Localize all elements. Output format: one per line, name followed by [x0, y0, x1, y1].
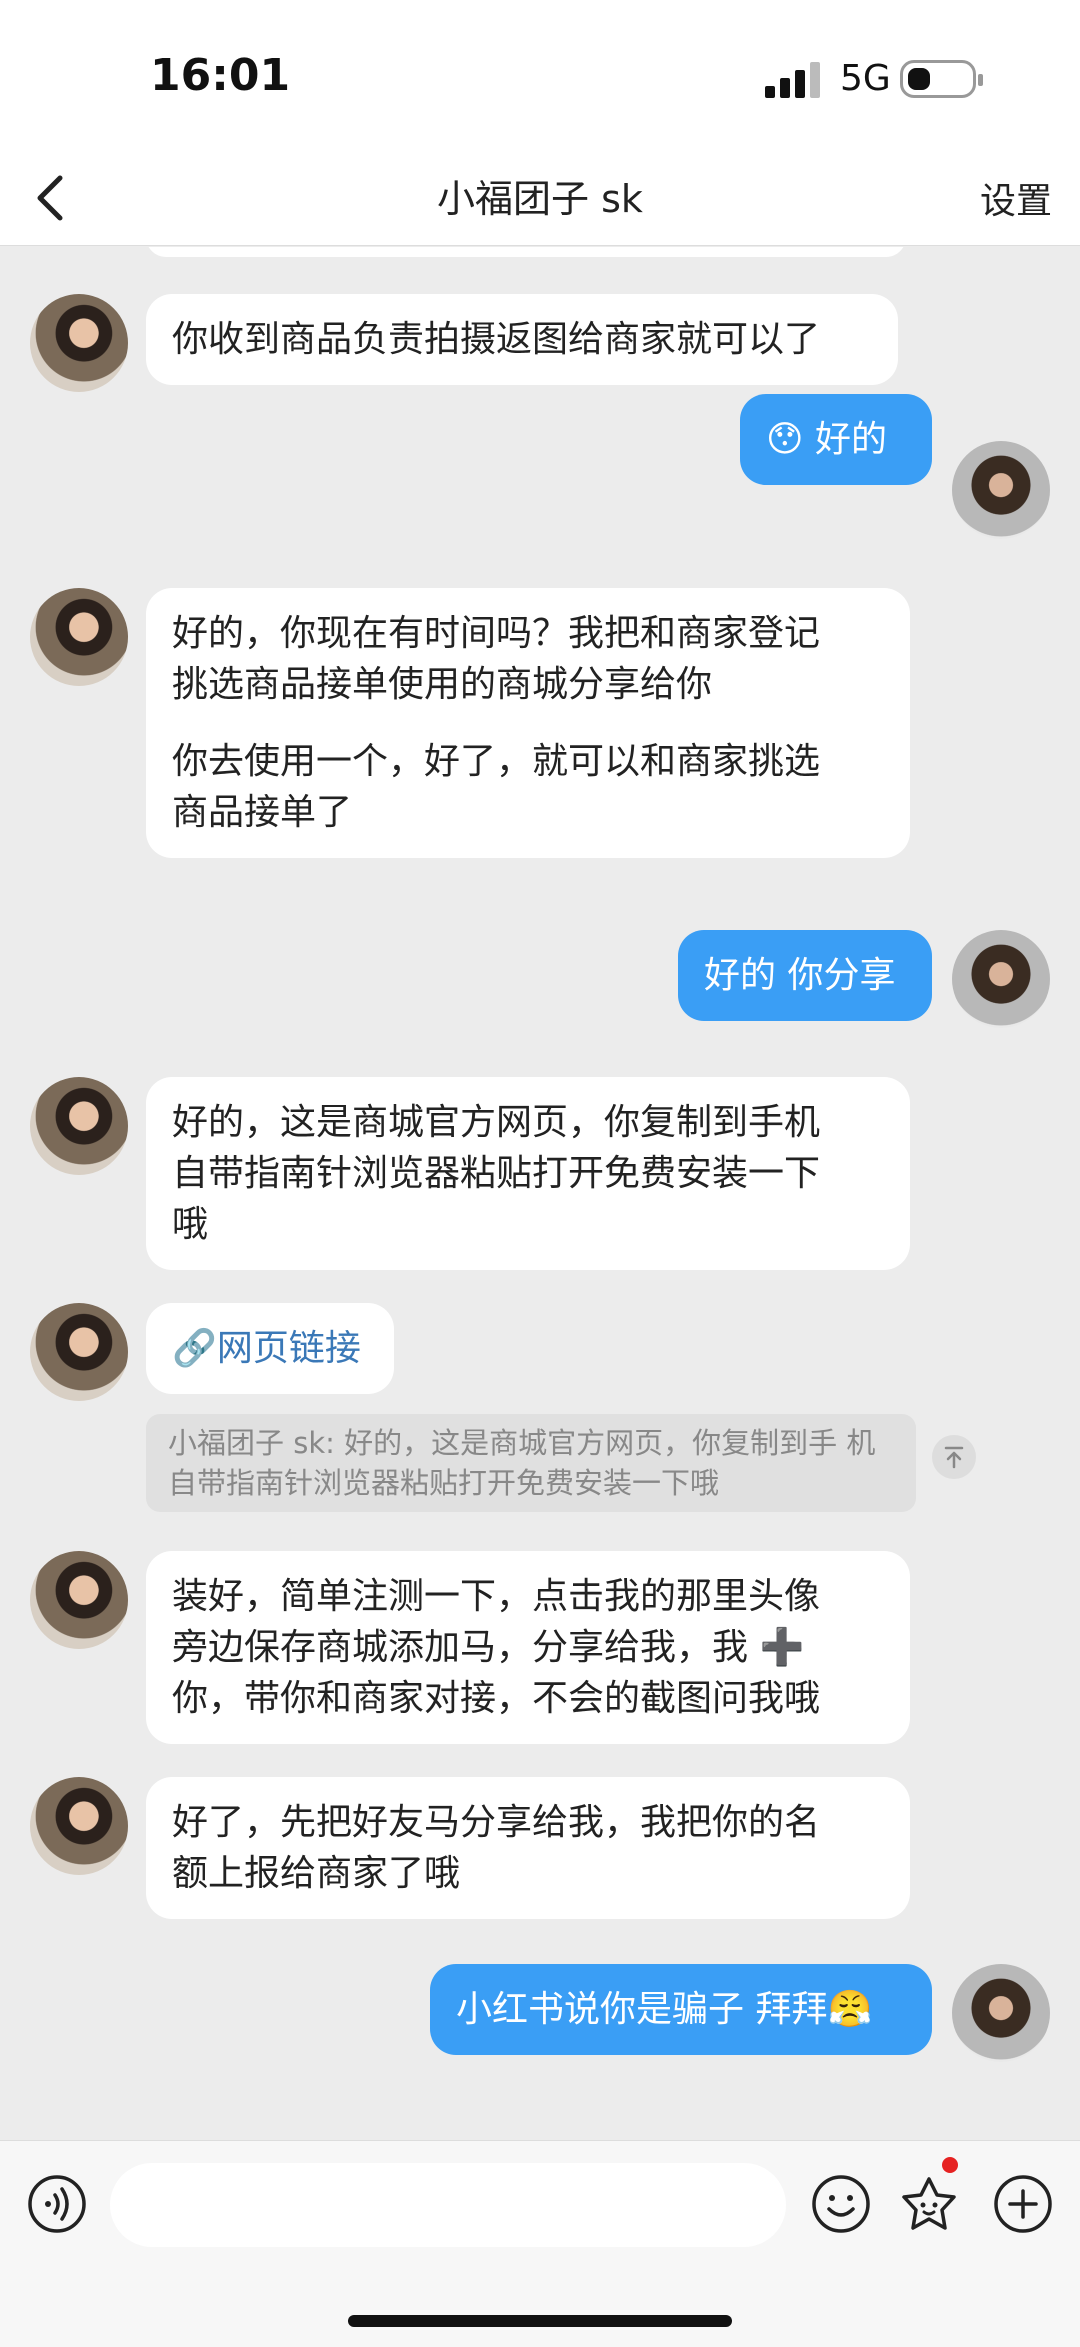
scroll-to-quote-button[interactable] — [932, 1435, 976, 1479]
message-text: 你收到商品负责拍摄返图给商家就可以了 — [172, 319, 821, 360]
settings-button[interactable]: 设置 — [980, 172, 1052, 224]
message-text-line: 好的，你现在有时间吗？我把和商家登记 — [172, 613, 821, 654]
message-bubble-outgoing[interactable]: 好的 你分享 — [678, 930, 932, 1021]
sticker-button[interactable] — [898, 2173, 960, 2235]
message-text-line: 你，带你和商家对接，不会的截图问我哦 — [172, 1678, 821, 1719]
message-text-line: 好的，这是商城官方网页，你复制到手机 — [172, 1102, 821, 1143]
input-bar — [0, 2140, 1080, 2347]
web-link[interactable]: 🔗网页链接 — [172, 1323, 368, 1374]
status-bar: 16:01 5G — [0, 0, 1080, 150]
message-bubble-outgoing[interactable]: 😯 好的 — [740, 394, 932, 485]
contact-avatar[interactable] — [30, 1303, 128, 1401]
contact-avatar[interactable] — [30, 1777, 128, 1875]
message-text-line: 好了，先把好友马分享给我，我把你的名 — [172, 1802, 821, 1843]
contact-avatar[interactable] — [30, 588, 128, 686]
chat-header: 小福团子 sk 设置 — [0, 150, 1080, 246]
plus-circle-icon — [994, 2175, 1052, 2233]
message-text: 好的 你分享 — [704, 955, 896, 996]
status-time: 16:01 — [150, 50, 291, 101]
network-type: 5G — [840, 58, 891, 99]
message-text-line: 装好，简单注测一下，点击我的那里头像 — [172, 1576, 821, 1617]
voice-button[interactable] — [26, 2173, 88, 2235]
message-text-line: 挑选商品接单使用的商城分享给你 — [172, 664, 713, 705]
message-input[interactable] — [110, 2163, 786, 2247]
message-text-line: 额上报给商家了哦 — [172, 1853, 461, 1894]
contact-avatar[interactable] — [30, 1077, 128, 1175]
message-text: 😯 好的 — [766, 419, 887, 460]
message-bubble-incoming[interactable]: 装好，简单注测一下，点击我的那里头像 旁边保存商城添加马，分享给我，我 ➕ 你，… — [146, 1551, 910, 1744]
battery-icon — [900, 60, 983, 98]
message-bubble-incoming[interactable]: 好的，你现在有时间吗？我把和商家登记 挑选商品接单使用的商城分享给你 你去使用一… — [146, 588, 910, 858]
quoted-text-line: 小福团子 sk: 好的，这是商城官方网页，你复制到手 — [168, 1426, 838, 1460]
message-text-line: 旁边保存商城添加马，分享给我，我 ➕ — [172, 1627, 805, 1668]
user-avatar[interactable] — [952, 930, 1050, 1028]
emoji-button[interactable] — [810, 2173, 872, 2235]
web-link-bubble[interactable]: 🔗网页链接 — [146, 1303, 394, 1394]
smiley-icon — [812, 2175, 870, 2233]
message-text-line: 哦 — [172, 1204, 209, 1245]
quoted-message[interactable]: 小福团子 sk: 好的，这是商城官方网页，你复制到手 机自带指南针浏览器粘贴打开… — [146, 1414, 916, 1512]
message-bubble-outgoing[interactable]: 小红书说你是骗子 拜拜😤 — [430, 1964, 932, 2055]
notification-dot — [942, 2157, 958, 2173]
user-avatar[interactable] — [952, 441, 1050, 539]
contact-avatar[interactable] — [30, 1551, 128, 1649]
message-bubble-incoming[interactable]: 好的，这是商城官方网页，你复制到手机 自带指南针浏览器粘贴打开免费安装一下 哦 — [146, 1077, 910, 1270]
signal-icon — [765, 62, 821, 98]
message-bubble-incoming[interactable]: 好了，先把好友马分享给我，我把你的名 额上报给商家了哦 — [146, 1777, 910, 1919]
contact-avatar[interactable] — [30, 294, 128, 392]
message-bubble-incoming[interactable]: 你收到商品负责拍摄返图给商家就可以了 — [146, 294, 898, 385]
message-text-line: 商品接单了 — [172, 792, 353, 833]
message-list[interactable]: 你收到商品负责拍摄返图给商家就可以了 😯 好的 好的，你现在有时间吗？我把和商家… — [0, 247, 1080, 2140]
sticker-icon — [902, 2177, 956, 2230]
chat-title: 小福团子 sk — [437, 177, 643, 221]
arrow-up-icon — [944, 1446, 964, 1469]
voice-icon — [28, 2175, 86, 2233]
partial-message-bubble — [146, 247, 906, 257]
user-avatar[interactable] — [952, 1964, 1050, 2062]
message-text-line: 你去使用一个，好了，就可以和商家挑选 — [172, 741, 821, 782]
add-button[interactable] — [992, 2173, 1054, 2235]
message-text: 小红书说你是骗子 拜拜😤 — [456, 1989, 873, 2030]
home-indicator — [348, 2315, 732, 2327]
message-text-line: 自带指南针浏览器粘贴打开免费安装一下 — [172, 1153, 821, 1194]
